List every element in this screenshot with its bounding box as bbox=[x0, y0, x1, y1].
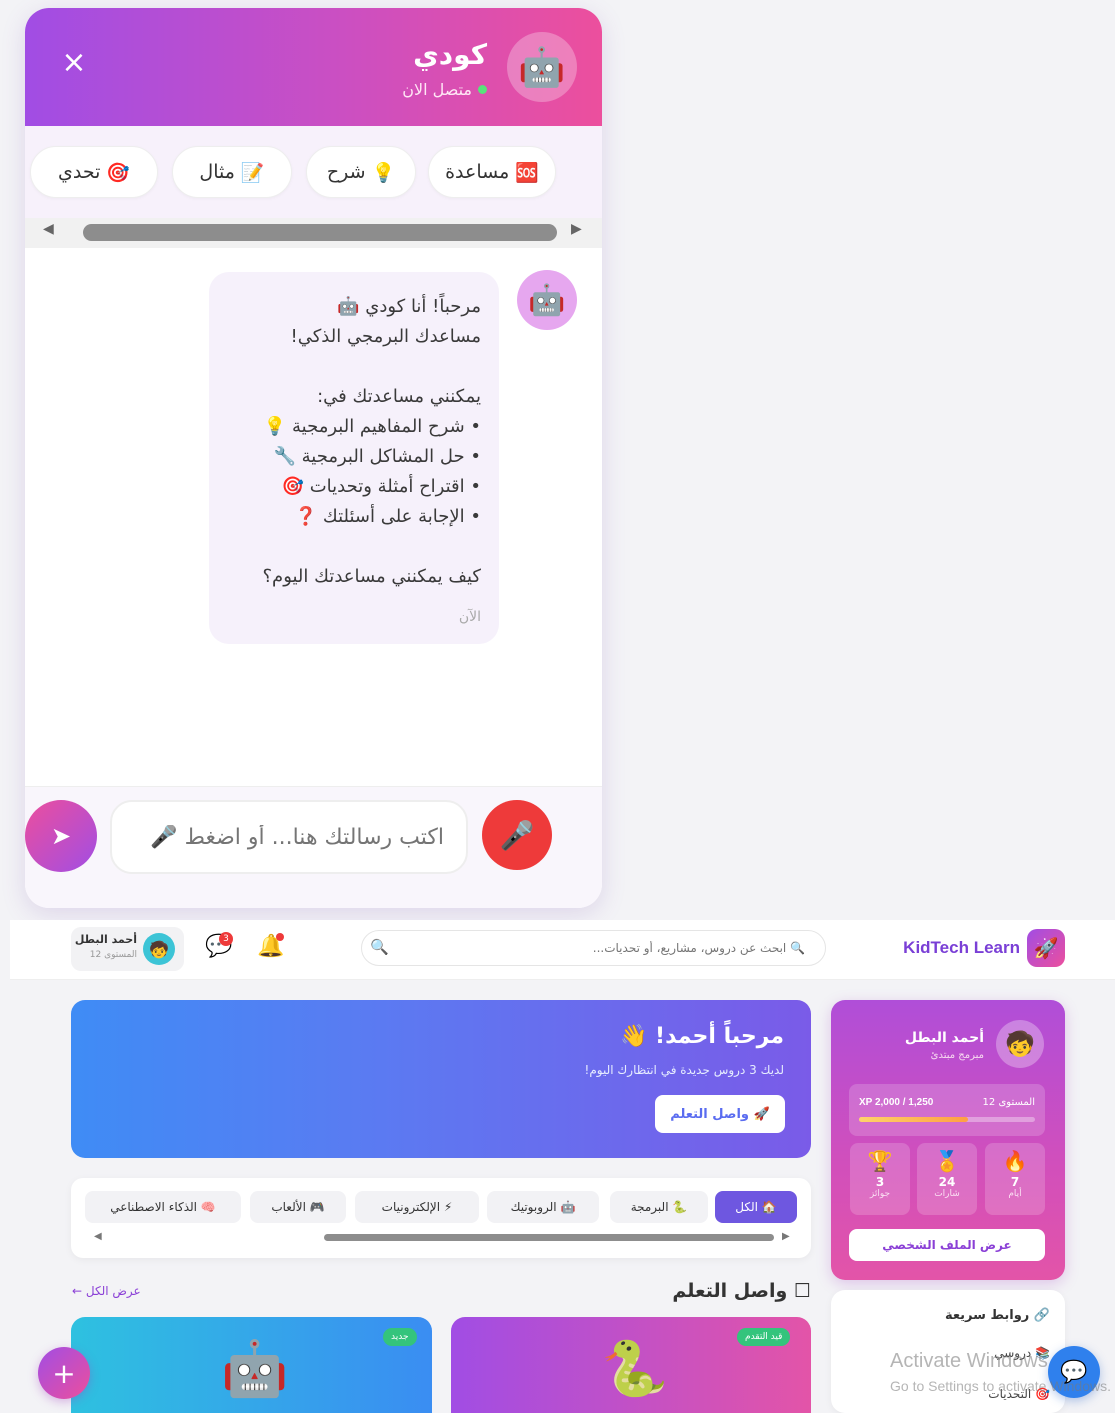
notification-dot bbox=[276, 933, 284, 941]
welcome-subtitle: لديك 3 دروس جديدة في انتظارك اليوم! bbox=[584, 1063, 784, 1077]
search-icon[interactable]: 🔍 bbox=[370, 938, 389, 956]
message-line: مساعدك البرمجي الذكي! bbox=[290, 326, 482, 347]
message-time: الآن bbox=[458, 609, 481, 625]
message-bullet: • اقتراح أمثلة وتحديات 🎯 bbox=[281, 476, 481, 497]
message-line: يمكنني مساعدتك في: bbox=[317, 386, 481, 407]
profile-name: أحمد البطل bbox=[904, 1030, 984, 1046]
chat-widget: × 🤖 كودي متصل الان 🆘 مساعدة 💡 شرح 📝 مثال… bbox=[25, 8, 602, 908]
sos-icon: 🆘 bbox=[515, 161, 539, 184]
lightbulb-icon: 💡 bbox=[371, 161, 396, 184]
chat-header: × 🤖 كودي متصل الان bbox=[25, 8, 602, 126]
quick-action-label: تحدي bbox=[57, 161, 101, 183]
snake-icon: 🐍 bbox=[601, 1337, 669, 1400]
quick-links-title: 🔗 روابط سريعة bbox=[944, 1308, 1050, 1323]
level-box bbox=[849, 1084, 1045, 1136]
send-icon: ➤ bbox=[50, 822, 72, 850]
quick-action-example[interactable]: 📝 مثال bbox=[172, 146, 292, 198]
bot-avatar: 🤖 bbox=[507, 32, 577, 102]
windows-watermark: Activate Windows bbox=[890, 1350, 1048, 1372]
bot-status: متصل الان bbox=[402, 80, 487, 99]
profile-level: المستوى 12 bbox=[982, 1097, 1035, 1108]
quick-action-challenge[interactable]: 🎯 تحدي bbox=[30, 146, 158, 198]
messages-badge: 3 bbox=[219, 932, 233, 946]
stat-value: 7 bbox=[1010, 1175, 1020, 1189]
course-card[interactable]: 🤖 bbox=[71, 1317, 432, 1413]
online-dot-icon bbox=[478, 85, 487, 94]
stat-label: جوائز bbox=[869, 1189, 891, 1199]
quick-action-label: شرح bbox=[326, 161, 366, 183]
scroll-left-icon[interactable]: ◀ bbox=[43, 221, 54, 237]
windows-watermark-sub: Go to Settings to activate Windows. bbox=[890, 1378, 1111, 1394]
scroll-right-icon[interactable]: ▶ bbox=[782, 1231, 790, 1242]
user-name: أحمد البطل bbox=[74, 933, 137, 946]
course-status-badge: جديد bbox=[383, 1328, 417, 1346]
message-bullet: • الإجابة على أسئلتك ❓ bbox=[294, 506, 481, 527]
quick-action-explain[interactable]: 💡 شرح bbox=[306, 146, 416, 198]
microphone-icon: 🎤 bbox=[499, 818, 535, 852]
bot-message-bubble: مرحباً! أنا كودي 🤖 مساعدك البرمجي الذكي!… bbox=[209, 272, 499, 644]
category-scrollbar-thumb[interactable] bbox=[324, 1234, 774, 1241]
stat-streak: 🔥 7 أيام bbox=[985, 1143, 1045, 1215]
message-input[interactable] bbox=[110, 800, 468, 874]
quick-action-help[interactable]: 🆘 مساعدة bbox=[428, 146, 556, 198]
bot-message-avatar: 🤖 bbox=[517, 270, 577, 330]
view-profile-button[interactable]: عرض الملف الشخصي bbox=[849, 1229, 1045, 1261]
tab-all[interactable]: 🏠 الكل bbox=[715, 1191, 797, 1223]
user-menu[interactable]: 🧒 أحمد البطل المستوى 12 bbox=[71, 927, 184, 971]
stat-label: شارات bbox=[934, 1189, 960, 1199]
quick-actions-bar: 🆘 مساعدة 💡 شرح 📝 مثال 🎯 تحدي bbox=[25, 126, 602, 226]
quick-action-label: مساعدة bbox=[445, 161, 510, 183]
trophy-icon: 🏆 bbox=[867, 1149, 893, 1173]
message-bullet: • شرح المفاهيم البرمجية 💡 bbox=[263, 416, 481, 437]
profile-role: مبرمج مبتدئ bbox=[930, 1050, 984, 1061]
scroll-right-icon[interactable]: ▶ bbox=[571, 221, 582, 237]
scroll-left-icon[interactable]: ◀ bbox=[94, 1231, 102, 1242]
tab-games[interactable]: 🎮 الألعاب bbox=[250, 1191, 346, 1223]
continue-learning-title: ☐ واصل التعلم bbox=[672, 1280, 811, 1302]
memo-icon: 📝 bbox=[240, 161, 265, 184]
plus-icon: + bbox=[52, 1356, 76, 1390]
brand-name[interactable]: KidTech Learn bbox=[880, 938, 1020, 958]
medal-icon: 🏅 bbox=[934, 1149, 960, 1173]
stat-label: أيام bbox=[1008, 1189, 1022, 1199]
profile-xp: XP 2,000 / 1,250 bbox=[859, 1097, 934, 1108]
tab-ai[interactable]: 🧠 الذكاء الاصطناعي bbox=[85, 1191, 241, 1223]
add-button[interactable]: + bbox=[38, 1347, 90, 1399]
bot-status-text: متصل الان bbox=[402, 80, 472, 99]
stat-awards: 🏆 3 جوائز bbox=[850, 1143, 910, 1215]
rocket-logo-icon[interactable]: 🚀 bbox=[1027, 929, 1065, 967]
target-icon: 🎯 bbox=[106, 161, 131, 184]
see-all-link[interactable]: عرض الكل ← bbox=[72, 1284, 141, 1298]
message-bullet: • حل المشاكل البرمجية 🔧 bbox=[273, 446, 481, 467]
microphone-button[interactable]: 🎤 bbox=[482, 800, 552, 870]
bot-name: كودي bbox=[413, 38, 487, 71]
robot-icon: 🤖 bbox=[221, 1337, 289, 1400]
tab-programming[interactable]: 🐍 البرمجة bbox=[610, 1191, 708, 1223]
stat-value: 24 bbox=[938, 1175, 956, 1189]
tab-robotics[interactable]: 🤖 الروبوتيك bbox=[487, 1191, 599, 1223]
stat-value: 3 bbox=[875, 1175, 885, 1189]
message-question: كيف يمكنني مساعدتك اليوم؟ bbox=[262, 566, 482, 587]
tab-electronics[interactable]: ⚡ الإلكترونيات bbox=[355, 1191, 479, 1223]
user-level: المستوى 12 bbox=[89, 950, 137, 960]
welcome-title: مرحباً أحمد! 👋 bbox=[619, 1024, 784, 1049]
stat-badges: 🏅 24 شارات bbox=[917, 1143, 977, 1215]
xp-progress-fill bbox=[859, 1117, 968, 1122]
quick-action-label: مثال bbox=[199, 161, 235, 183]
avatar: 🧒 bbox=[143, 933, 175, 965]
close-icon[interactable]: × bbox=[61, 48, 87, 78]
continue-learning-button[interactable]: 🚀 واصل التعلم bbox=[655, 1095, 785, 1133]
send-button[interactable]: ➤ bbox=[25, 800, 97, 872]
avatar: 🧒 bbox=[996, 1020, 1044, 1068]
scrollbar-thumb[interactable] bbox=[83, 224, 557, 241]
message-line: مرحباً! أنا كودي 🤖 bbox=[337, 296, 481, 317]
search-input[interactable] bbox=[395, 932, 805, 964]
fire-icon: 🔥 bbox=[1002, 1149, 1028, 1173]
course-status-badge: قيد التقدم bbox=[737, 1328, 791, 1346]
